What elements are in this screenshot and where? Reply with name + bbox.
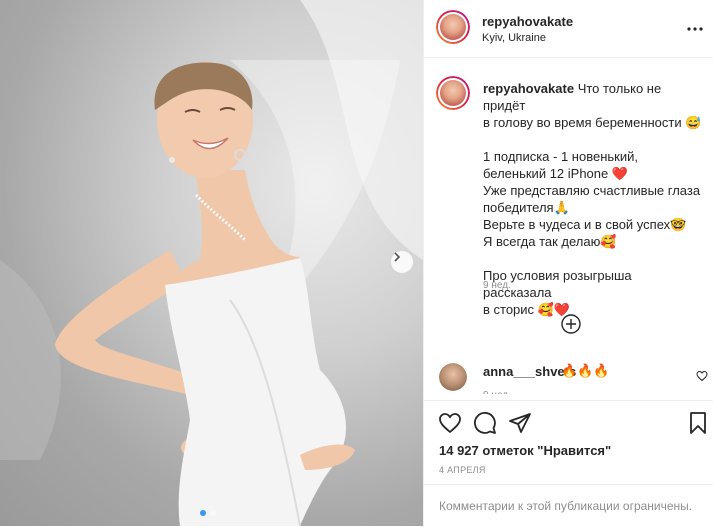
- carousel-dot-active: [200, 510, 206, 516]
- caption-line: победителя🙏: [483, 200, 570, 215]
- post-date[interactable]: 4 АПРЕЛЯ: [439, 465, 486, 475]
- comment-age: 9 нед.: [483, 390, 511, 394]
- post-actions: 14 927 отметок "Нравится" 4 АПРЕЛЯ: [424, 400, 713, 481]
- comments-restricted-notice: Комментарии к этой публикации ограничены…: [424, 484, 713, 527]
- post-photo[interactable]: [0, 0, 423, 526]
- carousel-indicator: [200, 510, 216, 516]
- post-caption: repyahovakate Что только не придёт в гол…: [483, 80, 703, 318]
- caption-line: 1 подписка - 1 новенький,: [483, 149, 638, 164]
- comment-item: anna___shvets 🔥🔥🔥 9 нед.: [439, 363, 708, 394]
- like-button[interactable]: [438, 411, 462, 435]
- caption-line: беленький 12 iPhone ❤️: [483, 166, 629, 181]
- caption-line: в сторис 🥰❤️: [483, 302, 571, 317]
- post-header: repyahovakate Kyiv, Ukraine: [424, 0, 713, 58]
- more-dots-icon: [687, 27, 703, 31]
- caption-username[interactable]: repyahovakate: [483, 81, 574, 96]
- carousel-next-button[interactable]: [391, 251, 413, 273]
- more-options-button[interactable]: [687, 18, 703, 36]
- heart-icon: [439, 413, 461, 434]
- comments-restricted-text: Комментарии к этой публикации ограничены…: [439, 499, 693, 513]
- comment-button[interactable]: [473, 411, 497, 435]
- save-button[interactable]: [686, 411, 710, 435]
- author-avatar[interactable]: [436, 10, 470, 44]
- caption-age[interactable]: 9 нед.: [483, 280, 511, 291]
- chevron-right-icon: [394, 252, 401, 262]
- caption-avatar[interactable]: [436, 76, 470, 110]
- author-username[interactable]: repyahovakate: [482, 14, 573, 29]
- share-button[interactable]: [508, 411, 532, 435]
- post-side-panel: repyahovakate Kyiv, Ukraine repyahovakat…: [423, 0, 713, 526]
- caption-line: Верьте в чудеса и в свой успех🤓: [483, 217, 687, 232]
- caption-line: в голову во время беременности 😅: [483, 115, 702, 130]
- caption-line: Я всегда так делаю🥰: [483, 234, 617, 249]
- comment-text: 🔥🔥🔥: [561, 363, 610, 378]
- commenter-avatar[interactable]: [439, 363, 467, 391]
- bookmark-icon: [690, 412, 706, 434]
- paper-plane-icon: [509, 413, 531, 433]
- caption-line: Уже представляю счастливые глаза: [483, 183, 701, 198]
- caption-line: Про условия розыгрыша рассказала: [483, 268, 632, 300]
- load-more-comments-button[interactable]: [561, 314, 581, 334]
- photo-illustration: [0, 0, 423, 526]
- carousel-dot: [210, 510, 216, 516]
- post-location[interactable]: Kyiv, Ukraine: [482, 32, 573, 44]
- comment-like-icon[interactable]: [696, 370, 708, 382]
- like-count[interactable]: 14 927 отметок "Нравится": [439, 443, 611, 458]
- comment-bubble-icon: [474, 412, 496, 434]
- plus-circle-icon: [561, 314, 581, 334]
